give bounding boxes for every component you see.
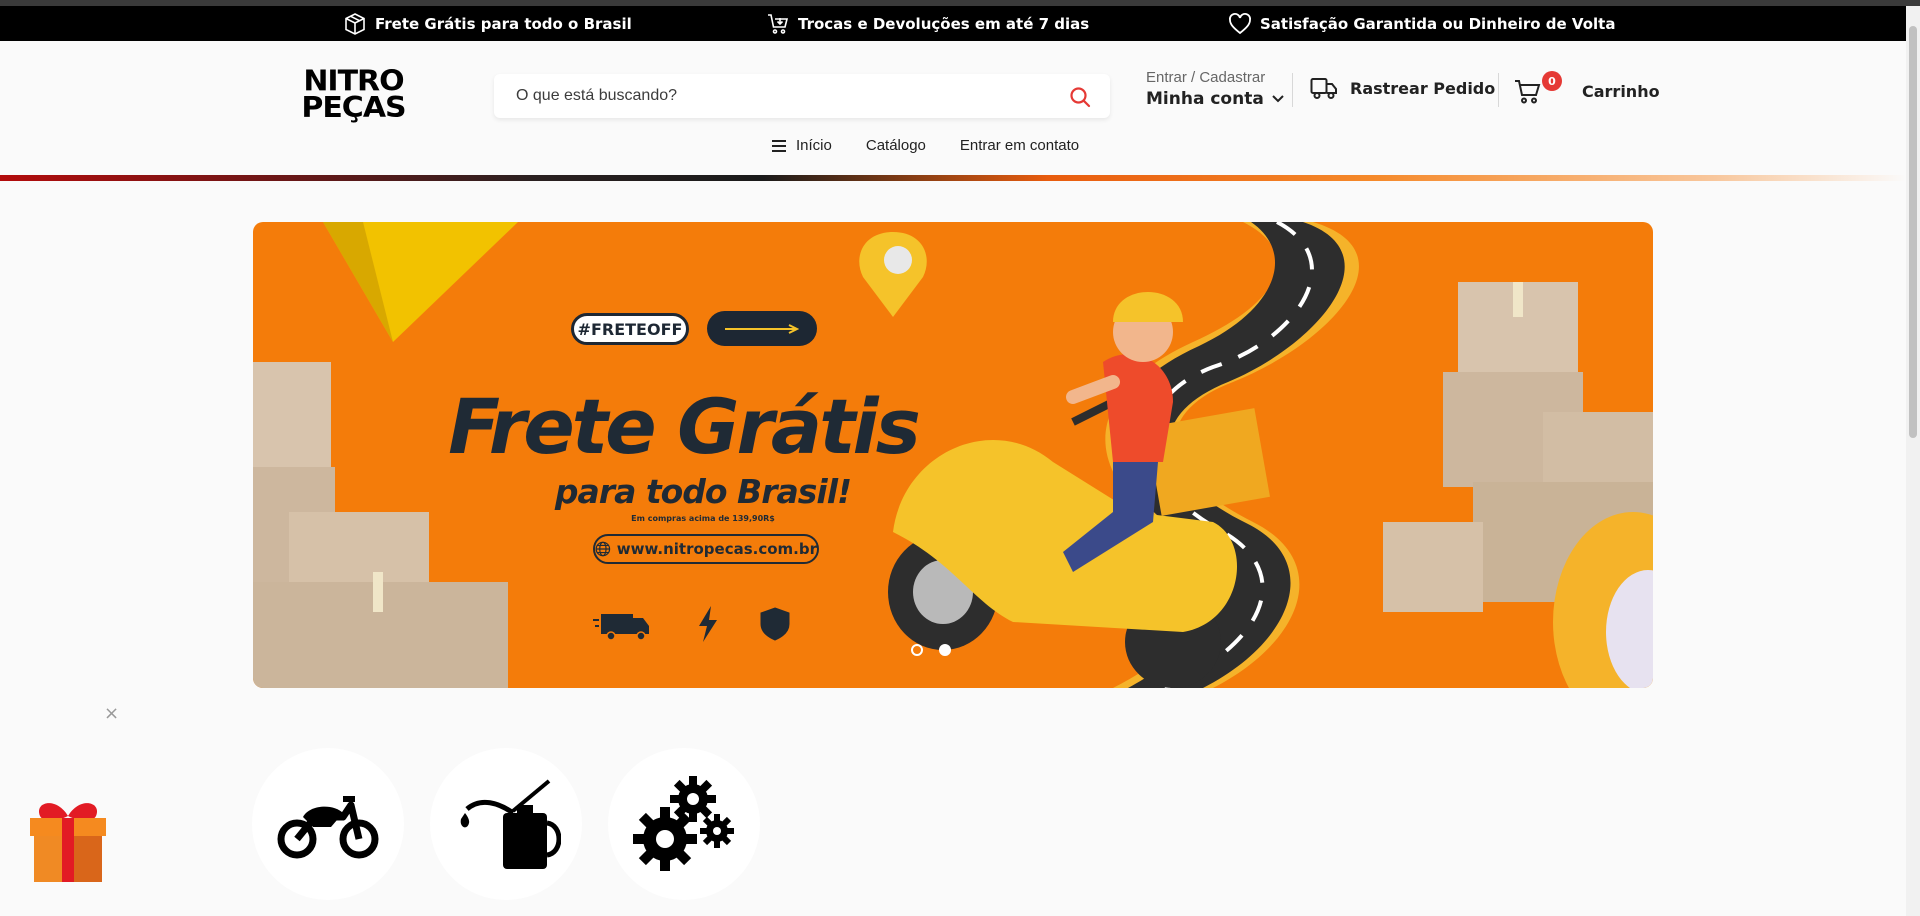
main-nav: Início Catálogo Entrar em contato	[772, 137, 1079, 154]
promo-satisfaction: Satisfação Garantida ou Dinheiro de Volt…	[1228, 6, 1615, 41]
nav-label: Início	[796, 137, 832, 154]
search-bar	[494, 74, 1110, 118]
banner-url: www.nitropecas.com.br	[593, 534, 819, 564]
chevron-down-icon	[1272, 95, 1284, 103]
logo-line-2: PEÇAS	[301, 91, 406, 125]
truck-icon	[593, 614, 649, 641]
promo-text: Satisfação Garantida ou Dinheiro de Volt…	[1260, 14, 1616, 33]
search-icon[interactable]	[1068, 85, 1092, 109]
close-icon[interactable]: ×	[104, 705, 120, 723]
header-divider	[1498, 73, 1499, 107]
promo-bar: Frete Grátis para todo o Brasil Trocas e…	[0, 6, 1906, 41]
account-dropdown[interactable]: Minha conta	[1146, 89, 1284, 109]
search-input[interactable]	[494, 87, 1054, 105]
scrollbar-thumb[interactable]	[1909, 26, 1917, 438]
account-login-link[interactable]: Entrar / Cadastrar	[1146, 69, 1284, 86]
carousel-dot-1[interactable]	[911, 644, 923, 656]
cart-return-icon	[768, 13, 789, 34]
promo-returns: Trocas e Devoluções em até 7 dias	[766, 6, 1089, 41]
globe-icon	[595, 541, 611, 557]
oil-can-icon	[460, 779, 561, 869]
site-logo[interactable]: NITRO PEÇAS	[276, 67, 431, 125]
banner-url-text: www.nitropecas.com.br	[616, 540, 817, 558]
banner-feature-icons	[593, 606, 790, 642]
motorcycle-icon	[277, 796, 379, 859]
cart-label: Carrinho	[1582, 82, 1660, 101]
banner-note: Em compras acima de 139,90R$	[631, 514, 775, 523]
account-label: Minha conta	[1146, 89, 1264, 109]
promo-free-shipping: Frete Grátis para todo o Brasil	[343, 6, 632, 41]
cart-icon	[1515, 80, 1541, 104]
shield-icon	[760, 607, 790, 641]
banner-subline: para todo Brasil!	[554, 472, 852, 511]
cart-count-badge: 0	[1542, 71, 1562, 91]
gears-icon	[633, 776, 734, 871]
category-motorcycle[interactable]	[252, 748, 404, 900]
track-order-button[interactable]: Rastrear Pedido	[1310, 75, 1495, 101]
hero-banner[interactable]: #FRETEOFF Frete Grátis para todo Brasil!…	[253, 222, 1653, 688]
promo-hashtag: #FRETEOFF	[571, 313, 689, 345]
nav-item-contato[interactable]: Entrar em contato	[960, 137, 1079, 154]
nav-item-catalogo[interactable]: Catálogo	[866, 137, 926, 154]
menu-icon	[772, 139, 786, 152]
category-parts[interactable]	[608, 748, 760, 900]
site-header: NITRO PEÇAS Entrar / Cadastrar Minha con…	[0, 41, 1906, 175]
account-menu[interactable]: Entrar / Cadastrar Minha conta	[1146, 69, 1284, 109]
carousel-dot-2[interactable]	[939, 644, 951, 656]
heart-icon	[1229, 12, 1251, 34]
carousel-dots	[911, 644, 951, 656]
promo-text: Frete Grátis para todo o Brasil	[375, 14, 632, 33]
nav-label: Entrar em contato	[959, 137, 1080, 154]
nav-item-inicio[interactable]: Início	[772, 137, 832, 154]
lightning-icon	[699, 606, 717, 642]
cart-button[interactable]: 0 Carrinho	[1514, 71, 1660, 105]
banner-headline: Frete Grátis	[448, 382, 921, 471]
arrow-right-icon	[725, 323, 799, 334]
header-gradient-divider	[0, 175, 1906, 181]
box-icon	[345, 12, 365, 35]
category-oil[interactable]	[430, 748, 582, 900]
promo-text: Trocas e Devoluções em até 7 dias	[798, 14, 1090, 33]
page-scrollbar[interactable]	[1906, 6, 1920, 916]
track-order-label: Rastrear Pedido	[1350, 78, 1496, 98]
truck-icon	[1310, 78, 1337, 99]
gift-icon[interactable]	[26, 794, 110, 884]
header-divider	[1292, 73, 1293, 107]
nav-label: Catálogo	[865, 137, 926, 154]
banner-arrow-pill	[707, 311, 817, 346]
